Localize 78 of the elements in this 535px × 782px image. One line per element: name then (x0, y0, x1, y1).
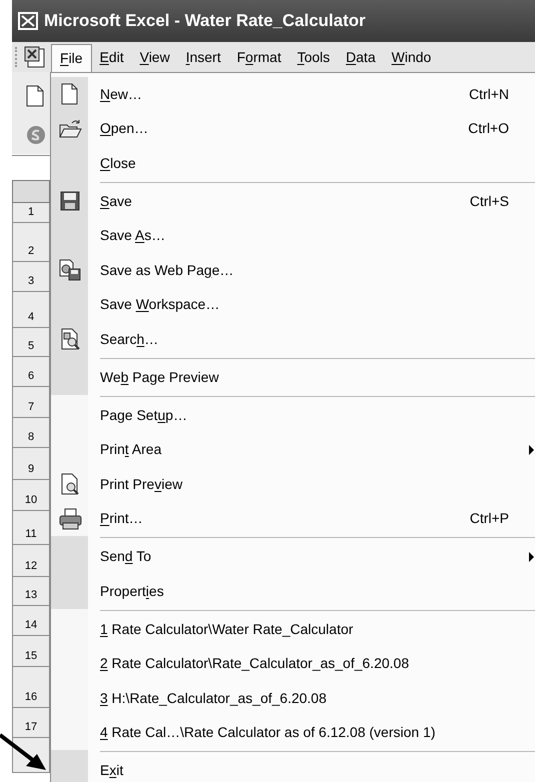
globe-floppy-icon (58, 258, 82, 282)
row-header[interactable]: 12 (12, 545, 50, 577)
row-header[interactable]: 1 (12, 203, 50, 223)
menu-item[interactable]: 2 Rate Calculator\Rate_Calculator_as_of_6.20.08 (51, 646, 535, 681)
menu-item-label: Send To (100, 547, 152, 566)
menu-item[interactable]: 3 H:\Rate_Calculator_as_of_6.20.08 (51, 681, 535, 716)
circle-icon[interactable] (26, 125, 46, 145)
menu-item-label: Properties (100, 582, 165, 601)
menu-bar-item[interactable]: Format (228, 43, 290, 71)
workbook-icon[interactable] (23, 45, 47, 69)
menu-item[interactable]: Properties (51, 574, 535, 608)
new-document-icon[interactable] (26, 85, 44, 107)
row-header[interactable]: 17 (12, 708, 50, 738)
menu-bar-item[interactable]: File (51, 44, 92, 72)
row-header[interactable]: 4 (12, 292, 50, 328)
printer-icon (58, 506, 82, 531)
row-header[interactable]: 8 (12, 418, 50, 448)
menu-item-label: Web Page Preview (100, 368, 220, 387)
menu-item-label: Print Area (100, 440, 162, 460)
menu-item-label: 2 Rate Calculator\Rate_Calculator_as_of_6.20.08 (100, 654, 410, 674)
menu-item-label: Exit (100, 761, 124, 780)
menu-item[interactable]: Open… Ctrl+O (51, 112, 535, 146)
menu-bar-item[interactable]: Data (338, 43, 384, 71)
menu-item-label: Save as Web Page… (100, 260, 235, 280)
menu-item-label: Close (100, 154, 137, 173)
row-header[interactable]: 13 (12, 577, 50, 606)
menu-item[interactable]: Exit (51, 754, 535, 782)
menu-item-label: 4 Rate Cal…\Rate Calculator as of 6.12.08 (version 1) (100, 723, 436, 742)
row-header[interactable]: 10 (12, 480, 50, 511)
menu-item[interactable]: Print… Ctrl+P (51, 502, 535, 536)
menu-bar-item[interactable]: Edit (92, 43, 132, 71)
row-header[interactable]: 15 (12, 636, 50, 667)
shortcut-label: Ctrl+O (468, 119, 509, 138)
menu-item[interactable]: Page Setup… (51, 398, 535, 432)
menu-item[interactable]: Save Workspace… (51, 288, 535, 322)
menu-item-label: Save Workspace… (100, 295, 221, 314)
app-icon (18, 12, 38, 30)
row-header[interactable]: 5 (12, 328, 50, 357)
menu-bar-item[interactable]: Insert (178, 43, 229, 71)
row-header[interactable]: 14 (12, 606, 50, 636)
menu-item[interactable]: Save Ctrl+S (51, 184, 535, 218)
row-header[interactable]: 7 (12, 387, 50, 418)
menu-item[interactable]: Search… (51, 322, 535, 356)
window-title: Microsoft Excel - Water Rate_Calculator (44, 10, 366, 32)
menu-item-label: New… (100, 84, 144, 104)
menu-item-label: Save As… (100, 226, 166, 246)
menu-item[interactable]: Close (51, 146, 535, 180)
menu-bar-item[interactable]: Tools (289, 43, 338, 71)
menu-item-label: Print Preview (100, 474, 184, 494)
menu-bar-item[interactable]: View (132, 43, 178, 71)
menu-item[interactable]: New… Ctrl+N (51, 77, 535, 112)
shortcut-label: Ctrl+P (470, 509, 509, 528)
menu-item[interactable]: Print Area (51, 432, 535, 467)
menu-item-label: Open… (100, 119, 150, 138)
row-header[interactable]: 16 (12, 667, 50, 708)
row-header[interactable]: 11 (12, 511, 50, 545)
row-header[interactable]: 2 (12, 223, 50, 262)
menu-item[interactable]: Save As… (51, 218, 535, 253)
annotation-arrow (0, 733, 47, 771)
row-header[interactable]: 6 (12, 357, 50, 387)
menu-item-label: Page Setup… (100, 406, 188, 425)
menu-item-label: 3 H:\Rate_Calculator_as_of_6.20.08 (100, 688, 328, 708)
row-header[interactable]: 9 (12, 448, 50, 480)
shortcut-label: Ctrl+N (468, 84, 509, 104)
menu-item-label: Search… (100, 330, 160, 349)
menu-item[interactable]: Send To (51, 540, 535, 574)
select-all-corner[interactable] (12, 180, 50, 203)
menu-item-label: 1 Rate Calculator\Water Rate_Calculator (100, 620, 354, 639)
shortcut-label: Ctrl+S (470, 192, 509, 211)
menu-item[interactable]: Save as Web Page… (51, 253, 535, 288)
menu-item[interactable]: 4 Rate Cal…\Rate Calculator as of 6.12.08 (version 1) (51, 716, 535, 750)
menu-item[interactable]: 1 Rate Calculator\Water Rate_Calculator (51, 612, 535, 646)
row-header[interactable]: 3 (12, 262, 50, 292)
menu-item[interactable]: Web Page Preview (51, 360, 535, 394)
menu-item-label: Print… (100, 509, 144, 528)
menu-item-label: Save (100, 192, 133, 211)
menu-bar-item[interactable]: Windo (383, 43, 440, 71)
menu-item[interactable]: Print Preview (51, 467, 535, 502)
